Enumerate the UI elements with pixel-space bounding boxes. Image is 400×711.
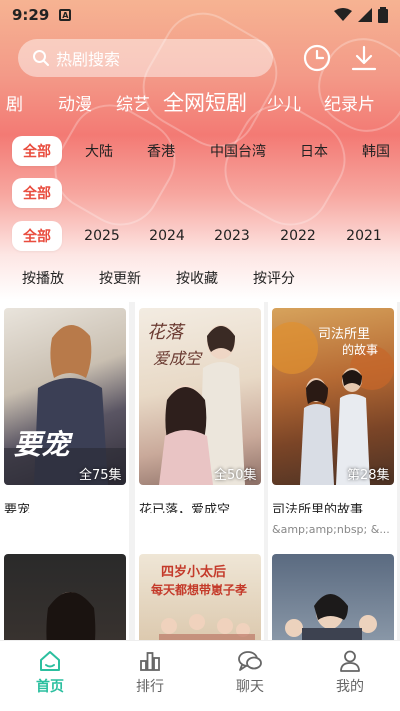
- svg-text:爱成空: 爱成空: [153, 349, 203, 368]
- history-clock-icon[interactable]: [301, 42, 333, 74]
- wifi-icon: [334, 8, 352, 21]
- drama-card[interactable]: 花落 爱成空 全50集 花已落，爱成空: [135, 302, 264, 548]
- status-right: [334, 7, 388, 23]
- region-filter-hongkong[interactable]: 香港: [140, 136, 182, 166]
- drama-poster: [271, 554, 394, 640]
- category-tabs: 剧 动漫 综艺 全网短剧 少儿 纪录片: [0, 90, 400, 120]
- poster-figure: [284, 594, 377, 640]
- ranking-icon: [140, 652, 160, 671]
- search-placeholder: 热剧搜索: [56, 50, 121, 69]
- chat-icon: [238, 651, 262, 671]
- year-filter-2021[interactable]: 2021: [342, 221, 386, 251]
- svg-text:花落: 花落: [147, 322, 186, 343]
- region-filter-mainland[interactable]: 大陆: [78, 136, 120, 166]
- search-icon: [33, 50, 49, 66]
- year-filter-row: 全部 2025 2024 2023 2022 2021: [0, 221, 400, 253]
- status-bar: 9:29 A: [0, 0, 400, 30]
- drama-card[interactable]: 司法所里 的故事 第28集 司法所里的故事 &amp;amp;nbsp; &..…: [268, 302, 397, 548]
- episode-count: 全75集: [78, 468, 122, 483]
- drama-poster: 花落 爱成空 全50集: [138, 308, 261, 485]
- drama-poster: 司法所里 的故事 第28集: [271, 308, 394, 485]
- nav-home[interactable]: 首页: [10, 649, 90, 696]
- nav-home-label: 首页: [36, 679, 64, 695]
- status-time: 9:29: [12, 6, 50, 24]
- home-icon: [40, 651, 60, 671]
- drama-poster: 四岁小太后 每天都想带崽子孝: [138, 554, 261, 640]
- tab-anime[interactable]: 动漫: [58, 90, 92, 115]
- tab-short-drama[interactable]: 全网短剧: [163, 87, 247, 117]
- drama-poster: [3, 554, 126, 640]
- episode-count: 全50集: [213, 468, 257, 483]
- tab-kids[interactable]: 少儿: [267, 90, 301, 115]
- region-filter-taiwan[interactable]: 中国台湾: [202, 136, 274, 166]
- genre-filter-all[interactable]: 全部: [12, 178, 62, 208]
- poster-calligraphy: 要宠: [13, 428, 70, 461]
- poster-figure: 花落 爱成空: [147, 322, 245, 485]
- sim-icon: A: [59, 9, 72, 21]
- region-filter-all[interactable]: 全部: [12, 136, 62, 166]
- year-filter-all[interactable]: 全部: [12, 221, 62, 251]
- sort-by-updates[interactable]: 按更新: [99, 268, 141, 288]
- year-filter-2023[interactable]: 2023: [210, 221, 254, 251]
- svg-text:四岁小太后: 四岁小太后: [161, 564, 226, 580]
- sort-row: 按播放 按更新 按收藏 按评分: [0, 265, 400, 291]
- sort-by-rating[interactable]: 按评分: [253, 268, 295, 288]
- year-filter-2022[interactable]: 2022: [276, 221, 320, 251]
- sort-by-plays[interactable]: 按播放: [22, 268, 64, 288]
- download-icon[interactable]: [348, 42, 380, 74]
- sort-by-favorites[interactable]: 按收藏: [176, 268, 218, 288]
- svg-text:司法所里: 司法所里: [318, 327, 370, 342]
- tab-drama[interactable]: 剧: [6, 90, 23, 115]
- episode-count: 第28集: [346, 468, 390, 483]
- nav-ranking-label: 排行: [136, 679, 164, 695]
- drama-card[interactable]: [0, 548, 129, 640]
- drama-title: 要宠: [4, 503, 31, 513]
- search-bar[interactable]: 热剧搜索: [18, 39, 273, 77]
- battery-icon: [378, 7, 388, 23]
- nav-profile-label: 我的: [336, 679, 364, 695]
- poster-figure: [45, 592, 95, 640]
- drama-subtitle: &amp;amp;nbsp; &...: [272, 523, 390, 536]
- nav-chat[interactable]: 聊天: [210, 649, 290, 696]
- region-filter-row: 全部 大陆 香港 中国台湾 日本 韩国: [0, 136, 400, 168]
- signal-icon: [358, 8, 372, 22]
- drama-title: 司法所里的故事: [272, 503, 364, 513]
- drama-title: 花已落，爱成空: [139, 503, 231, 513]
- region-filter-japan[interactable]: 日本: [293, 136, 335, 166]
- bottom-nav: 首页 排行 聊天 我的: [0, 640, 400, 711]
- nav-chat-label: 聊天: [236, 679, 264, 695]
- poster-figure: 四岁小太后 每天都想带崽子孝: [151, 564, 255, 640]
- region-filter-korea[interactable]: 韩国: [355, 136, 397, 166]
- svg-text:每天都想带崽子孝: 每天都想带崽子孝: [151, 582, 247, 597]
- drama-card[interactable]: 要宠 全75集 要宠: [0, 302, 129, 548]
- year-filter-2025[interactable]: 2025: [80, 221, 124, 251]
- tab-documentary[interactable]: 纪录片: [324, 90, 375, 115]
- poster-figure: 司法所里 的故事: [271, 322, 394, 485]
- profile-icon: [340, 650, 360, 672]
- drama-poster: 要宠 全75集: [3, 308, 126, 485]
- drama-card[interactable]: 四岁小太后 每天都想带崽子孝: [135, 548, 264, 640]
- genre-filter-row: 全部: [0, 178, 400, 210]
- year-filter-2024[interactable]: 2024: [145, 221, 189, 251]
- nav-ranking[interactable]: 排行: [110, 649, 190, 696]
- tab-variety[interactable]: 综艺: [116, 90, 150, 115]
- svg-text:的故事: 的故事: [342, 342, 378, 357]
- drama-card[interactable]: [268, 548, 397, 640]
- nav-profile[interactable]: 我的: [310, 649, 390, 696]
